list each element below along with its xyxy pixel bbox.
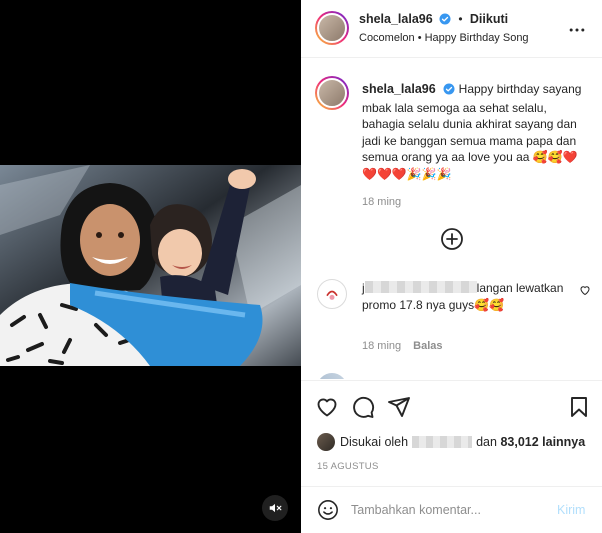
comments-scroll-area[interactable]: shela_lala96 Happy birthday sayang mbak l… xyxy=(301,59,602,379)
commenter-avatar[interactable] xyxy=(317,279,347,309)
comment-time: 18 ming xyxy=(362,340,402,352)
author-line: shela_lala96 • Diikuti xyxy=(359,12,508,28)
author-avatar[interactable] xyxy=(315,11,349,45)
post-header: shela_lala96 • Diikuti Cocomelon • Happy… xyxy=(301,0,602,58)
header-separator: • xyxy=(458,12,463,26)
following-button[interactable]: Diikuti xyxy=(470,12,508,26)
likes-count[interactable]: 83,012 lainnya xyxy=(500,435,585,449)
emoji-smiley-icon[interactable] xyxy=(317,499,339,521)
post-detail-panel: shela_lala96 • Diikuti Cocomelon • Happy… xyxy=(301,0,602,533)
caption-body: Happy birthday sayang mbak lala semoga a… xyxy=(362,82,582,181)
comment-meta: 18 ming Balas xyxy=(362,340,443,352)
post-date: 15 AGUSTUS xyxy=(317,461,379,472)
likes-middle: dan xyxy=(476,435,497,449)
comment: j langan lewatkan promo 17.8 nya guys🥰🥰 xyxy=(362,280,572,313)
likes-summary[interactable]: Disukai oleh dan 83,012 lainnya xyxy=(317,433,585,451)
add-comment-bar: Kirim xyxy=(301,486,602,533)
mute-toggle-button[interactable] xyxy=(262,495,288,521)
comment-like-icon[interactable] xyxy=(579,284,591,296)
comment-bubble-icon[interactable] xyxy=(351,395,375,419)
comment-input[interactable] xyxy=(351,500,541,520)
plus-circle-icon xyxy=(441,228,463,250)
liker-avatar xyxy=(317,433,335,451)
caption-username[interactable]: shela_lala96 xyxy=(362,82,436,96)
share-paper-plane-icon[interactable] xyxy=(387,395,411,419)
photo-illustration xyxy=(0,165,301,366)
next-commenter-avatar[interactable] xyxy=(317,373,347,379)
like-heart-icon[interactable] xyxy=(315,395,339,419)
likes-prefix: Disukai oleh xyxy=(340,435,409,449)
post-comment-button[interactable]: Kirim xyxy=(557,503,585,517)
caption-author-avatar[interactable] xyxy=(315,76,349,110)
more-horizontal-icon[interactable] xyxy=(567,20,587,40)
load-more-comments-button[interactable] xyxy=(440,227,464,251)
caption: shela_lala96 Happy birthday sayang mbak l… xyxy=(362,81,592,211)
redacted-username xyxy=(364,281,477,293)
speaker-muted-icon xyxy=(269,503,282,513)
reply-button[interactable]: Balas xyxy=(413,340,442,352)
bookmark-icon[interactable] xyxy=(567,395,591,419)
post-photo xyxy=(0,165,301,366)
audio-track-link[interactable]: Cocomelon • Happy Birthday Song xyxy=(359,32,529,44)
caption-time: 18 ming xyxy=(362,196,402,208)
post-media[interactable] xyxy=(0,0,301,533)
post-actions: Disukai oleh dan 83,012 lainnya 15 AGUST… xyxy=(301,380,602,485)
author-username[interactable]: shela_lala96 xyxy=(359,12,433,26)
verified-badge-icon xyxy=(443,83,455,100)
redacted-liker-name xyxy=(412,436,473,448)
verified-badge-icon xyxy=(439,13,451,28)
